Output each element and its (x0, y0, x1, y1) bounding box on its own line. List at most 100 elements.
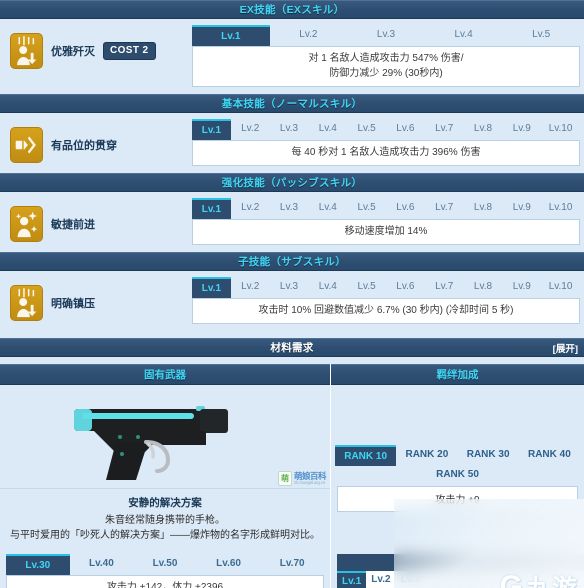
bond-rank-tabs-row2: RANK 50 (331, 466, 584, 484)
level-tab-passive-5[interactable]: Lv.5 (347, 198, 386, 219)
level-tab-sub-7[interactable]: Lv.7 (425, 277, 464, 298)
skill-name-sub: 明确镇压 (51, 298, 95, 310)
section-header-sub: 子技能（サブスキル） (0, 252, 584, 271)
level-tab-sub-1[interactable]: Lv.1 (192, 277, 231, 298)
level-tab-ex-5[interactable]: Lv.5 (502, 25, 580, 46)
level-tab-passive-6[interactable]: Lv.6 (386, 198, 425, 219)
level-tab-passive-10[interactable]: Lv.10 (541, 198, 580, 219)
section-header-ex: EX技能（EXスキル） (0, 0, 584, 19)
moegirl-badge: 萌 (277, 471, 292, 486)
expand-materials-button[interactable]: [展开] (553, 341, 578, 355)
level-tab-sub-6[interactable]: Lv.6 (386, 277, 425, 298)
level-tab-normal-7[interactable]: Lv.7 (425, 119, 464, 140)
level-tab-sub-4[interactable]: Lv.4 (308, 277, 347, 298)
skill-description-sub: 攻击时 10% 回避数值减少 6.7% (30 秒内) (冷却时间 5 秒) (192, 298, 580, 324)
level-tab-normal-9[interactable]: Lv.9 (502, 119, 541, 140)
level-tab-normal-4[interactable]: Lv.4 (308, 119, 347, 140)
section-header-passive: 强化技能（パッシブスキル） (0, 173, 584, 192)
bond-sub-level-tab-2[interactable]: Lv.2 (366, 571, 395, 588)
level-tab-normal-2[interactable]: Lv.2 (231, 119, 270, 140)
skill-page: EX技能（EXスキル） 优雅歼灭 COST 2 Lv.1 Lv.2 Lv.3 L… (0, 0, 584, 588)
level-tab-sub-9[interactable]: Lv.9 (502, 277, 541, 298)
agile-advance-icon (10, 206, 43, 242)
bond-rank-tab-40[interactable]: RANK 40 (519, 445, 580, 466)
level-tab-sub-8[interactable]: Lv.8 (464, 277, 503, 298)
skill-row-normal: 有品位的贯穿 Lv.1 Lv.2 Lv.3 Lv.4 Lv.5 Lv.6 Lv.… (0, 113, 584, 173)
bond-rank-tab-50[interactable]: RANK 50 (426, 466, 489, 484)
level-tab-passive-8[interactable]: Lv.8 (464, 198, 503, 219)
weapon-level-tabs: Lv.30 Lv.40 Lv.50 Lv.60 Lv.70 (6, 554, 324, 575)
bond-column-header: 羁绊加成 (331, 364, 584, 385)
level-tabs-passive: Lv.1 Lv.2 Lv.3 Lv.4 Lv.5 Lv.6 Lv.7 Lv.8 … (192, 198, 580, 219)
weapon-image: 萌 萌娘百科 zh.moegirl.org.cn (0, 385, 330, 488)
bond-column: 羁绊加成 RANK 10 RANK 20 RANK 30 RANK 40 RAN… (331, 364, 584, 588)
level-tab-passive-3[interactable]: Lv.3 (270, 198, 309, 219)
level-tab-ex-4[interactable]: Lv.4 (425, 25, 503, 46)
skill-name-ex: 优雅歼灭 (51, 46, 95, 58)
level-tab-passive-7[interactable]: Lv.7 (425, 198, 464, 219)
level-tabs-ex: Lv.1 Lv.2 Lv.3 Lv.4 Lv.5 (192, 25, 580, 46)
bond-sub-level-tab-1[interactable]: Lv.1 (337, 571, 367, 588)
skill-identity-ex: 优雅歼灭 COST 2 (10, 25, 192, 69)
weapon-column-header: 固有武器 (0, 364, 330, 385)
bond-rank-tab-30[interactable]: RANK 30 (458, 445, 519, 466)
skill-detail-passive: Lv.1 Lv.2 Lv.3 Lv.4 Lv.5 Lv.6 Lv.7 Lv.8 … (192, 198, 580, 245)
bond-column-title: 羁绊加成 (436, 369, 479, 381)
bond-rank-section: RANK 10 RANK 20 RANK 30 RANK 40 RANK 50 … (331, 385, 584, 512)
weapon-level-section: Lv.30 Lv.40 Lv.50 Lv.60 Lv.70 攻击力 +142，体… (6, 554, 324, 588)
weapon-column-title: 固有武器 (144, 369, 186, 381)
weapon-level-tab-70[interactable]: Lv.70 (260, 554, 324, 575)
weapon-column: 固有武器 萌 萌娘百科 zh.moegirl.org.cn 安静的解决方案 朱音… (0, 364, 331, 588)
skill-identity-passive: 敏捷前进 (10, 198, 192, 242)
weapon-level-tab-50[interactable]: Lv.50 (133, 554, 197, 575)
bond-sub-level-tab-3[interactable]: Lv.3 (396, 571, 425, 588)
skill-identity-normal: 有品位的贯穿 (10, 119, 192, 163)
weapon-description-line2: 与平时爱用的「吵死人的解决方案」——爆炸物的名字形成鲜明对比。 (10, 530, 320, 541)
skill-name-normal: 有品位的贯穿 (51, 140, 117, 152)
weapon-level-tab-60[interactable]: Lv.60 (197, 554, 261, 575)
level-tab-ex-1[interactable]: Lv.1 (192, 25, 270, 46)
level-tab-sub-3[interactable]: Lv.3 (270, 277, 309, 298)
section-title-normal: 基本技能（ノーマルスキル） (221, 98, 363, 110)
section-title-materials: 材料需求 (270, 342, 314, 354)
level-tab-normal-6[interactable]: Lv.6 (386, 119, 425, 140)
skill-description-ex: 对 1 名敌人造成攻击力 547% 伤害/ 防御力减少 29% (30秒内) (192, 46, 580, 87)
pistol-with-suppressor-icon (74, 405, 228, 480)
bond-rank-tab-20[interactable]: RANK 20 (396, 445, 457, 466)
level-tab-passive-2[interactable]: Lv.2 (231, 198, 270, 219)
level-tab-normal-5[interactable]: Lv.5 (347, 119, 386, 140)
level-tabs-normal: Lv.1 Lv.2 Lv.3 Lv.4 Lv.5 Lv.6 Lv.7 Lv.8 … (192, 119, 580, 140)
jiuyou-mark: G (499, 570, 523, 588)
level-tab-normal-10[interactable]: Lv.10 (541, 119, 580, 140)
bond-rank-tab-10[interactable]: RANK 10 (335, 445, 397, 466)
spacer-strip (0, 331, 584, 338)
skill-detail-ex: Lv.1 Lv.2 Lv.3 Lv.4 Lv.5 对 1 名敌人造成攻击力 54… (192, 25, 580, 87)
jiuyou-word: 九游 (526, 569, 578, 588)
bottom-columns: 固有武器 萌 萌娘百科 zh.moegirl.org.cn 安静的解决方案 朱音… (0, 364, 584, 588)
level-tab-normal-8[interactable]: Lv.8 (464, 119, 503, 140)
level-tab-passive-1[interactable]: Lv.1 (192, 198, 231, 219)
level-tab-sub-5[interactable]: Lv.5 (347, 277, 386, 298)
level-tab-passive-4[interactable]: Lv.4 (308, 198, 347, 219)
level-tab-sub-10[interactable]: Lv.10 (541, 277, 580, 298)
level-tab-normal-3[interactable]: Lv.3 (270, 119, 309, 140)
level-tab-sub-2[interactable]: Lv.2 (231, 277, 270, 298)
weapon-info: 安静的解决方案 朱音经常随身携带的手枪。 与平时爱用的「吵死人的解决方案」——爆… (0, 488, 330, 543)
section-header-normal: 基本技能（ノーマルスキル） (0, 94, 584, 113)
level-tab-ex-3[interactable]: Lv.3 (347, 25, 425, 46)
weapon-level-tab-40[interactable]: Lv.40 (70, 554, 134, 575)
skill-name-passive: 敏捷前进 (51, 219, 95, 231)
section-title-passive: 强化技能（パッシブスキル） (221, 177, 363, 189)
elegant-annihilation-icon (10, 33, 43, 69)
bond-rank-tabs-row1: RANK 10 RANK 20 RANK 30 RANK 40 (331, 445, 584, 466)
weapon-name: 安静的解决方案 (128, 497, 202, 509)
skill-description-normal: 每 40 秒对 1 名敌人造成攻击力 396% 伤害 (192, 140, 580, 166)
weapon-level-tab-30[interactable]: Lv.30 (6, 554, 70, 575)
section-header-materials[interactable]: 材料需求 [展开] (0, 338, 584, 357)
level-tab-ex-2[interactable]: Lv.2 (270, 25, 348, 46)
level-tab-passive-9[interactable]: Lv.9 (502, 198, 541, 219)
skill-cost-badge: COST 2 (103, 42, 156, 60)
skill-identity-sub: 明确镇压 (10, 277, 192, 321)
level-tab-normal-1[interactable]: Lv.1 (192, 119, 231, 140)
skill-description-ex-line1: 对 1 名敌人造成攻击力 547% 伤害/ (308, 53, 464, 64)
